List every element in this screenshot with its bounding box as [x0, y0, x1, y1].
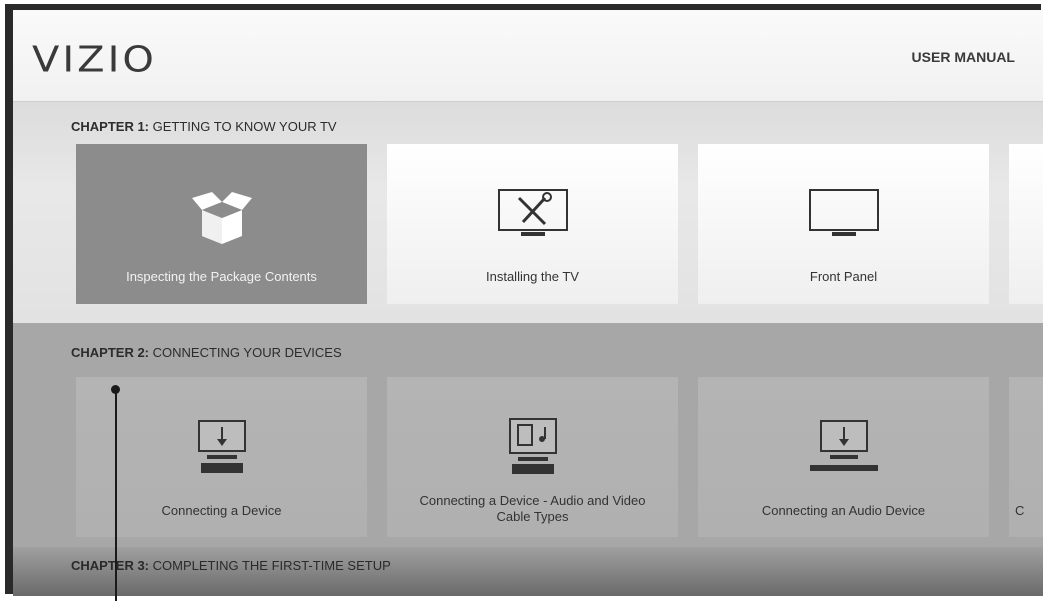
card-label: C	[1015, 503, 1025, 518]
chapter-2-section: CHAPTER 2: CONNECTING YOUR DEVICES Conne…	[13, 323, 1043, 547]
card-inspecting-package[interactable]: Inspecting the Package Contents	[76, 144, 367, 304]
header-bar: VIZIO USER MANUAL	[13, 10, 1043, 102]
tv-soundbar-icon	[809, 420, 878, 471]
chapter-3-title: COMPLETING THE FIRST-TIME SETUP	[152, 558, 391, 573]
tv-icon	[808, 189, 879, 236]
chapter-1-number: CHAPTER 1:	[71, 119, 150, 134]
card-label: Connecting an Audio Device	[761, 503, 926, 518]
user-manual-title: USER MANUAL	[911, 49, 1015, 65]
chapter-3-number: CHAPTER 3:	[71, 558, 150, 573]
open-box-icon	[191, 192, 252, 244]
card-label: Installing the TV	[486, 269, 579, 284]
card-installing-tv[interactable]: Installing the TV	[387, 144, 678, 304]
card-partial[interactable]: C	[1009, 377, 1043, 537]
card-connecting-device[interactable]: Connecting a Device	[76, 377, 367, 537]
card-label: Front Panel	[809, 269, 878, 284]
card-label: Inspecting the Package Contents	[126, 269, 317, 284]
chapter-1-title: GETTING TO KNOW YOUR TV	[152, 119, 337, 134]
callout-pointer-dot	[111, 385, 120, 394]
card-label: Connecting a Device - Audio and Video Ca…	[419, 493, 646, 524]
tv-screen: VIZIO USER MANUAL CHAPTER 1: GETTING TO …	[13, 10, 1043, 596]
tv-tools-icon	[497, 189, 568, 236]
chapter-3-section: CHAPTER 3: COMPLETING THE FIRST-TIME SET…	[13, 547, 1043, 596]
chapter-1-section: CHAPTER 1: GETTING TO KNOW YOUR TV Inspe…	[13, 102, 1043, 323]
card-cable-types[interactable]: Connecting a Device - Audio and Video Ca…	[387, 377, 678, 537]
chapter-3-heading: CHAPTER 3: COMPLETING THE FIRST-TIME SET…	[71, 558, 391, 573]
vizio-logo: VIZIO	[32, 39, 157, 81]
callout-pointer-line	[115, 389, 117, 601]
tv-media-device-icon	[508, 418, 557, 474]
card-partial[interactable]	[1009, 144, 1043, 304]
chapter-2-heading: CHAPTER 2: CONNECTING YOUR DEVICES	[71, 345, 342, 360]
chapter-2-number: CHAPTER 2:	[71, 345, 150, 360]
card-front-panel[interactable]: Front Panel	[698, 144, 989, 304]
chapter-2-title: CONNECTING YOUR DEVICES	[152, 345, 342, 360]
card-label: Connecting a Device	[161, 503, 282, 518]
chapter-1-heading: CHAPTER 1: GETTING TO KNOW YOUR TV	[71, 119, 337, 134]
tv-device-icon	[197, 420, 246, 473]
card-audio-device[interactable]: Connecting an Audio Device	[698, 377, 989, 537]
